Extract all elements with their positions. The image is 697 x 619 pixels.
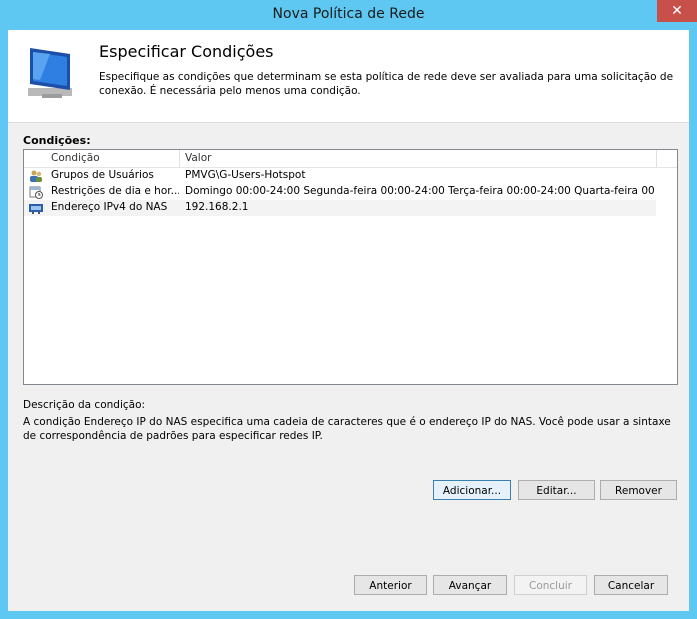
dialog-window: Nova Política de Rede ✕ Especificar Cond… [0,0,697,619]
conditions-label: Condições: [23,134,91,147]
network-ip-icon [29,204,43,214]
list-item[interactable]: Restrições de dia e hor... Domingo 00:00… [24,184,656,200]
wizard-header: Especificar Condições Especifique as con… [8,30,689,123]
list-header: Condição Valor [24,150,677,168]
page-title: Especificar Condições [99,42,274,61]
condition-name: Endereço IPv4 do NAS [51,201,168,213]
condition-value: PMVG\G-Users-Hotspot [185,169,306,181]
column-condition[interactable]: Condição [51,152,100,164]
back-button[interactable]: Anterior [354,575,427,595]
calendar-clock-icon [29,186,43,199]
dialog-client: Especificar Condições Especifique as con… [8,30,689,611]
finish-button: Concluir [514,575,587,595]
condition-description-label: Descrição da condição: [23,399,146,411]
column-value[interactable]: Valor [185,152,211,164]
users-icon [30,170,42,182]
title-bar[interactable]: Nova Política de Rede ✕ [0,0,697,30]
list-item[interactable]: Grupos de Usuários PMVG\G-Users-Hotspot [24,168,656,184]
page-description: Especifique as condições que determinam … [99,71,674,97]
edit-button[interactable]: Editar... [518,480,595,500]
condition-name: Grupos de Usuários [51,169,154,181]
condition-value: Domingo 00:00-24:00 Segunda-feira 00:00-… [185,185,655,197]
close-button[interactable]: ✕ [657,0,697,22]
condition-description-text: A condição Endereço IP do NAS especifica… [23,416,671,442]
add-button[interactable]: Adicionar... [433,480,511,500]
next-button[interactable]: Avançar [433,575,507,595]
remove-button[interactable]: Remover [600,480,677,500]
close-icon: ✕ [671,3,683,19]
conditions-list[interactable]: Condição Valor Grupos de Usuários PMVG\G… [23,149,678,385]
monitor-icon [28,48,72,98]
list-item[interactable]: Endereço IPv4 do NAS 192.168.2.1 [24,200,656,216]
condition-name: Restrições de dia e hor... [51,185,179,197]
condition-value: 192.168.2.1 [185,201,249,213]
cancel-button[interactable]: Cancelar [594,575,668,595]
window-title: Nova Política de Rede [272,6,425,22]
